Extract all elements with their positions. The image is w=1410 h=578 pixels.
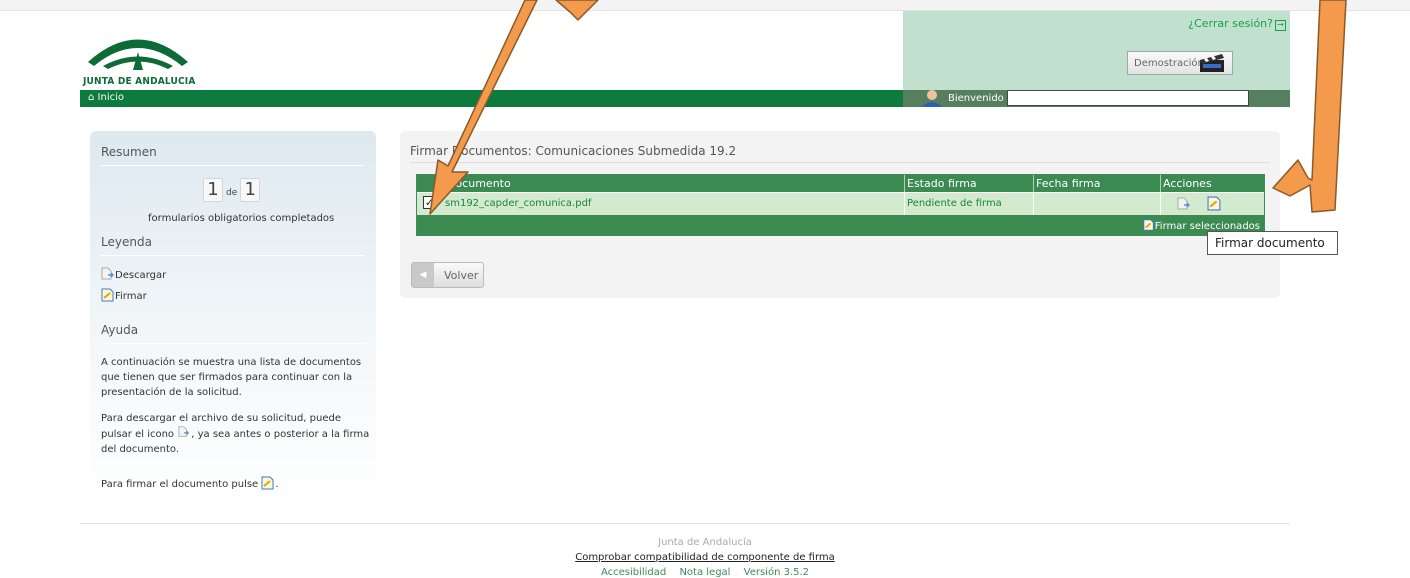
- col-divider: [1160, 175, 1161, 192]
- compat-link[interactable]: Comprobar compatibilidad de componente d…: [575, 552, 835, 563]
- accessibility-link[interactable]: Accesibilidad: [601, 567, 666, 578]
- col-divider: [904, 193, 905, 215]
- version-text: Versión 3.5.2: [743, 567, 810, 578]
- user-navbar: Bienvenido: [903, 90, 1290, 107]
- page-title: Firmar Documentos: Comunicaciones Submed…: [410, 144, 1270, 163]
- sign-icon: [1207, 196, 1221, 211]
- back-button[interactable]: ◀ Volver: [411, 262, 484, 288]
- signature-status: Pendiente de firma: [907, 198, 1002, 209]
- back-button-label: Volver: [444, 269, 479, 282]
- sign-icon: [261, 476, 274, 490]
- sign-tooltip: Firmar documento: [1207, 231, 1338, 255]
- table-row: ✓ sm192_capder_comunica.pdf Pendiente de…: [417, 192, 1264, 215]
- sign-action[interactable]: [1207, 196, 1222, 211]
- footer-links: Accesibilidad Nota legal Versión 3.5.2: [0, 567, 1410, 578]
- row-select-checkbox[interactable]: ✓: [423, 196, 436, 209]
- help-3-start: Para firmar el documento pulse: [101, 479, 259, 490]
- download-icon: [101, 267, 114, 280]
- footer-org: Junta de Andalucía: [658, 537, 752, 548]
- table-footer: Firmar seleccionados: [417, 215, 1264, 235]
- sign-icon: [101, 288, 114, 302]
- home-icon: ⌂: [88, 92, 95, 103]
- top-border: [0, 0, 1410, 11]
- user-avatar-icon: [922, 90, 942, 107]
- counter-caption: formularios obligatorios completados: [148, 213, 335, 224]
- demo-button[interactable]: Demostración: [1127, 51, 1233, 75]
- logout-arrow-icon: →: [1275, 20, 1286, 31]
- col-estado: Estado firma: [907, 177, 977, 190]
- welcome-text: Bienvenido: [948, 93, 1004, 104]
- col-acciones: Acciones: [1163, 177, 1212, 190]
- resumen-heading: Resumen: [101, 145, 365, 166]
- home-link[interactable]: ⌂ Inicio: [88, 92, 124, 103]
- forms-total-count: 1: [240, 178, 261, 202]
- footer-compat: Comprobar compatibilidad de componente d…: [0, 552, 1410, 563]
- help-3-end: .: [275, 479, 279, 490]
- documents-table: Documento Estado firma Fecha firma Accio…: [416, 174, 1265, 236]
- ayuda-heading: Ayuda: [101, 323, 365, 344]
- col-documento: Documento: [447, 177, 511, 190]
- forms-done-count: 1: [203, 178, 223, 202]
- help-text-1: A continuación se muestra una lista de d…: [101, 357, 362, 398]
- table-header: Documento Estado firma Fecha firma Accio…: [417, 175, 1264, 192]
- main-panel: Firmar Documentos: Comunicaciones Submed…: [400, 131, 1280, 298]
- counter-of: de: [226, 188, 238, 198]
- legend-download: Descargar: [101, 267, 166, 283]
- col-divider: [1160, 193, 1161, 215]
- download-action[interactable]: [1177, 197, 1191, 211]
- demo-button-label: Demostración: [1134, 58, 1204, 69]
- clapperboard-icon: [1200, 54, 1224, 72]
- sign-icon: [1143, 219, 1154, 231]
- logout-link[interactable]: ¿Cerrar sesión? →: [1188, 17, 1286, 31]
- col-divider: [1033, 193, 1034, 215]
- sidebar: Resumen 1 de 1 formularios obligatorios co…: [90, 131, 376, 509]
- col-divider: [904, 175, 905, 192]
- col-divider: [1033, 175, 1034, 192]
- legend-download-label: Descargar: [115, 270, 167, 281]
- col-fecha: Fecha firma: [1036, 177, 1101, 190]
- back-arrow-icon: ◀: [412, 263, 434, 287]
- legend-sign: Firmar: [101, 288, 147, 304]
- document-link[interactable]: sm192_capder_comunica.pdf: [445, 198, 591, 209]
- logo-text: JUNTA DE ANDALUCIA: [83, 76, 196, 87]
- user-panel: ¿Cerrar sesión? → Demostración: [903, 11, 1290, 90]
- home-label: Inicio: [97, 92, 125, 103]
- download-icon: [1177, 197, 1190, 210]
- footer-divider: [80, 523, 1290, 524]
- logout-label: ¿Cerrar sesión?: [1188, 17, 1273, 30]
- forms-counter: 1 de 1: [203, 178, 261, 202]
- legend-sign-label: Firmar: [115, 291, 147, 302]
- main-navbar: ⌂ Inicio: [80, 90, 903, 107]
- user-name-field: [1007, 90, 1249, 106]
- leyenda-heading: Leyenda: [101, 235, 365, 256]
- help-text-2: Para descargar el archivo de su solicitu…: [101, 411, 373, 457]
- download-icon: [178, 426, 190, 437]
- legal-link[interactable]: Nota legal: [679, 567, 730, 578]
- help-text-3: Para firmar el documento pulse .: [101, 476, 279, 492]
